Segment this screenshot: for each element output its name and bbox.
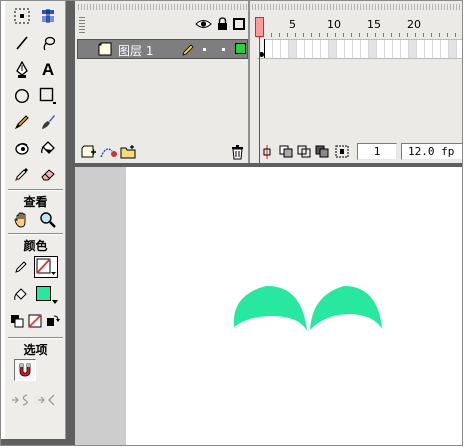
layer-color-icon[interactable]	[235, 43, 246, 54]
onion-outline-icon[interactable]	[297, 145, 311, 161]
ink-bottle-icon[interactable]	[11, 137, 33, 159]
left-arc-shape[interactable]	[233, 285, 307, 331]
current-frame-field: 1	[357, 143, 397, 160]
black-white-icon[interactable]	[9, 312, 25, 330]
flash-window: A 查看 颜色 选项 图层 1 5 10 15 20 1 12.0 fp	[0, 0, 463, 446]
visible-dot-icon[interactable]	[203, 48, 206, 51]
eyedropper-icon[interactable]	[11, 163, 33, 185]
eye-icon[interactable]	[195, 18, 212, 33]
layer-header	[75, 15, 248, 37]
frame-number: 5	[289, 18, 296, 31]
frame-ruler[interactable]: 1 5 10 15 20	[255, 15, 462, 37]
layer-row[interactable]: 图层 1	[77, 39, 248, 59]
arrow-icon[interactable]	[11, 5, 33, 27]
subselect-icon[interactable]	[37, 5, 59, 27]
lock-icon[interactable]	[217, 17, 228, 34]
tools-separator	[8, 337, 63, 339]
straighten-icon[interactable]	[36, 389, 62, 411]
add-guide-layer-icon[interactable]	[100, 145, 118, 162]
magnet-icon[interactable]	[14, 359, 36, 381]
frame-number: 20	[407, 18, 421, 31]
frame-cells[interactable]	[257, 39, 462, 59]
insert-layer-icon[interactable]	[81, 145, 97, 162]
edit-pencil-icon	[182, 43, 194, 59]
playhead[interactable]	[255, 17, 264, 37]
modify-markers-icon[interactable]	[335, 145, 349, 161]
brush-icon[interactable]	[37, 111, 59, 133]
stroke-color-swatch[interactable]	[34, 256, 58, 278]
paint-bucket-icon[interactable]	[37, 137, 59, 159]
line-icon[interactable]	[11, 32, 33, 54]
panel-splitter	[1, 439, 75, 445]
edit-multiple-icon[interactable]	[315, 145, 329, 161]
fill-bucket-icon	[12, 284, 30, 306]
tools-separator	[8, 233, 63, 235]
pencil-icon[interactable]	[11, 111, 33, 133]
onion-skin-icon[interactable]	[279, 145, 293, 161]
outline-icon[interactable]	[233, 18, 245, 30]
eraser-icon[interactable]	[37, 163, 59, 185]
lasso-icon[interactable]	[37, 32, 59, 54]
text-icon[interactable]: A	[37, 59, 59, 81]
insert-folder-icon[interactable]	[120, 145, 136, 162]
layers-pane: 图层 1	[75, 1, 250, 163]
text-tool-glyph: A	[41, 60, 55, 79]
view-section-title: 查看	[23, 195, 48, 209]
frame-controls: 1 12.0 fp	[251, 141, 462, 163]
right-arc-shape[interactable]	[310, 286, 382, 330]
frame-number: 15	[367, 18, 381, 31]
layer-toolbar	[75, 141, 248, 163]
fill-color-chip	[36, 286, 51, 301]
rectangle-icon[interactable]	[37, 85, 59, 107]
trash-icon[interactable]	[231, 145, 244, 163]
tools-separator	[8, 189, 63, 191]
smooth-icon[interactable]	[10, 389, 36, 411]
frame-number: 10	[327, 18, 341, 31]
work-area	[75, 167, 126, 445]
no-color-icon[interactable]	[27, 312, 43, 330]
panel-splitter[interactable]	[66, 1, 75, 441]
stage-canvas[interactable]	[126, 167, 462, 445]
lock-dot-icon[interactable]	[222, 48, 225, 51]
oval-icon[interactable]	[11, 85, 33, 107]
layer-page-icon	[98, 42, 112, 59]
layer-name: 图层 1	[118, 44, 154, 58]
tools-panel: A 查看 颜色 选项	[5, 1, 66, 439]
frames-pane: 1 5 10 15 20	[251, 1, 462, 163]
swap-colors-icon[interactable]	[45, 312, 61, 330]
hand-icon[interactable]	[11, 209, 33, 231]
fill-color-swatch[interactable]	[34, 284, 58, 306]
zoom-icon[interactable]	[37, 209, 59, 231]
center-frame-icon[interactable]	[261, 145, 273, 162]
timeline-panel: 图层 1 5 10 15 20 1 12.0 fp	[75, 1, 462, 163]
options-section-title: 选项	[23, 343, 48, 357]
stroke-pencil-icon	[12, 256, 30, 278]
frame-rate-field: 12.0 fp	[401, 143, 462, 160]
colors-section-title: 颜色	[23, 239, 48, 253]
pen-icon[interactable]	[11, 59, 33, 81]
